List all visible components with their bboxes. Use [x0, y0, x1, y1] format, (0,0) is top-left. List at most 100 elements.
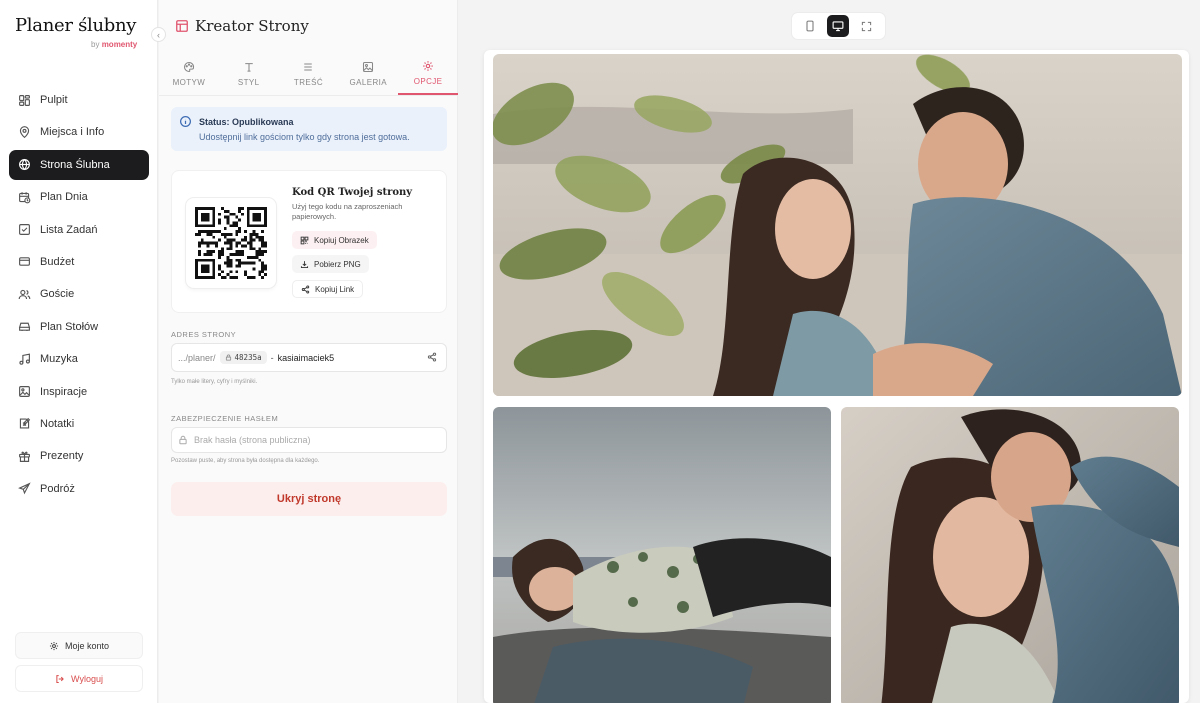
- notes-icon: [17, 417, 31, 431]
- share-icon[interactable]: [427, 352, 437, 362]
- globe-icon: [17, 158, 31, 172]
- sidebar-item-label: Plan Stołów: [40, 320, 99, 333]
- fullscreen-icon: [861, 21, 872, 32]
- lock-icon: [178, 435, 188, 445]
- sidebar-item-label: Miejsca i Info: [40, 126, 105, 139]
- logout-button[interactable]: Wyloguj: [15, 665, 143, 692]
- mobile-view-button[interactable]: [799, 15, 821, 37]
- users-icon: [17, 287, 31, 301]
- type-icon: [243, 61, 255, 75]
- sidebar-item-lista-zadan[interactable]: Lista Zadań: [9, 215, 149, 245]
- gallery-photo-couple-embrace: [841, 407, 1179, 703]
- tab-galeria[interactable]: GALERIA: [338, 52, 398, 95]
- image-icon: [17, 385, 31, 399]
- gallery-photo-couple-lying: [493, 407, 831, 703]
- gift-icon: [17, 449, 31, 463]
- tab-label: STYL: [237, 77, 260, 87]
- calendar-clock-icon: [17, 190, 31, 204]
- brand-by-text: by: [91, 40, 100, 49]
- sidebar-item-notatki[interactable]: Notatki: [9, 409, 149, 439]
- map-pin-icon: [17, 125, 31, 139]
- copy-link-button[interactable]: Kopiuj Link: [292, 280, 364, 298]
- editor-title: Kreator Strony: [195, 17, 309, 35]
- info-icon: [179, 115, 192, 128]
- tab-styl[interactable]: STYL: [219, 52, 279, 95]
- sidebar-item-plan-dnia[interactable]: Plan Dnia: [9, 182, 149, 212]
- sidebar-item-label: Budżet: [40, 255, 75, 268]
- sidebar-item-pulpit[interactable]: Pulpit: [9, 85, 149, 115]
- tab-motyw[interactable]: MOTYW: [159, 52, 219, 95]
- sidebar-item-label: Strona Ślubna: [40, 158, 110, 171]
- dashboard-icon: [17, 93, 31, 107]
- text-lines-icon: [302, 61, 314, 75]
- qr-code-icon: [195, 207, 267, 279]
- url-slug-input[interactable]: kasiaimaciek5: [278, 353, 335, 363]
- preview-page: [484, 50, 1189, 703]
- publish-status-banner: Status: Opublikowana Udostępnij link goś…: [171, 107, 447, 151]
- device-switcher: [791, 12, 886, 40]
- mobile-icon: [805, 20, 815, 32]
- password-input[interactable]: [194, 435, 434, 445]
- copy-qr-image-button[interactable]: Kopiuj Obrazek: [292, 231, 377, 249]
- sidebar-item-podroz[interactable]: Podróż: [9, 474, 149, 504]
- sidebar-item-label: Plan Dnia: [40, 191, 88, 204]
- address-section-label: ADRES STRONY: [171, 330, 237, 339]
- tab-tresc[interactable]: TREŚĆ: [279, 52, 339, 95]
- address-hint: Tylko małe litery, cyfry i myślniki.: [171, 379, 258, 385]
- gallery-photo-couple-kiss: [493, 54, 1182, 396]
- tab-opcje[interactable]: OPCJE: [398, 52, 458, 95]
- sidebar-nav: Pulpit Miejsca i Info Strona Ślubna Plan…: [9, 85, 149, 506]
- gallery-icon: [362, 61, 374, 75]
- status-title: Status: Opublikowana: [199, 117, 294, 127]
- brand-by-name: momenty: [101, 40, 138, 49]
- page-address-field[interactable]: .../planer/ 48235a - kasiaimaciek5: [171, 343, 447, 372]
- sidebar-item-strona-slubna[interactable]: Strona Ślubna: [9, 149, 149, 180]
- download-icon: [300, 260, 309, 269]
- sidebar-item-muzyka[interactable]: Muzyka: [9, 344, 149, 374]
- sidebar-item-plan-stolow[interactable]: Plan Stołów: [9, 312, 149, 342]
- url-prefix: .../planer/: [178, 352, 216, 363]
- my-account-button[interactable]: Moje konto: [15, 632, 143, 659]
- url-code-badge: 48235a: [219, 351, 267, 364]
- sidebar-item-inspiracje[interactable]: Inspiracje: [9, 377, 149, 407]
- desktop-view-button[interactable]: [827, 15, 850, 37]
- download-png-button[interactable]: Pobierz PNG: [292, 255, 369, 273]
- palette-icon: [183, 61, 195, 75]
- sidebar-item-budzet[interactable]: Budżet: [9, 247, 149, 277]
- brand-logo[interactable]: Planer ślubny by momenty: [15, 15, 137, 49]
- lock-icon: [225, 354, 232, 361]
- password-hint: Pozostaw puste, aby strona była dostępna…: [171, 458, 320, 464]
- sidebar-item-label: Lista Zadań: [40, 223, 98, 236]
- tab-label: OPCJE: [413, 76, 443, 86]
- copy-qr-image-label: Kopiuj Obrazek: [314, 235, 369, 245]
- share-icon: [301, 285, 310, 294]
- qr-small-icon: [300, 236, 309, 245]
- editor-tabs: MOTYW STYL TREŚĆ GALERIA OPCJE: [159, 52, 458, 96]
- plane-icon: [17, 482, 31, 496]
- qr-code-card: Kod QR Twojej strony Użyj tego kodu na z…: [171, 170, 447, 313]
- sidebar-item-label: Inspiracje: [40, 385, 88, 398]
- tab-label: TREŚĆ: [293, 77, 324, 87]
- password-field[interactable]: [171, 427, 447, 453]
- sidebar-item-miejsca[interactable]: Miejsca i Info: [9, 117, 149, 147]
- sidebar-item-label: Goście: [40, 288, 75, 301]
- site-preview: [459, 0, 1200, 703]
- brand-title: Planer ślubny: [15, 15, 137, 36]
- sidebar-item-label: Podróż: [40, 482, 75, 495]
- fullscreen-view-button[interactable]: [856, 15, 878, 37]
- editor-header: Kreator Strony: [175, 17, 309, 35]
- qr-title: Kod QR Twojej strony: [292, 187, 413, 198]
- logout-icon: [55, 674, 65, 684]
- sidebar: Planer ślubny by momenty Pulpit Miejsca …: [0, 0, 158, 703]
- tab-label: GALERIA: [349, 77, 388, 87]
- url-code: 48235a: [234, 353, 262, 362]
- download-png-label: Pobierz PNG: [314, 259, 361, 269]
- status-description: Udostępnij link gościom tylko gdy strona…: [199, 132, 410, 142]
- sidebar-item-prezenty[interactable]: Prezenty: [9, 441, 149, 471]
- music-icon: [17, 352, 31, 366]
- brand-byline: by momenty: [91, 40, 137, 49]
- sidebar-item-goscie[interactable]: Goście: [9, 279, 149, 309]
- hide-page-button[interactable]: Ukryj stronę: [171, 482, 447, 516]
- sidebar-collapse-button[interactable]: ‹: [151, 27, 166, 42]
- checklist-icon: [17, 223, 31, 237]
